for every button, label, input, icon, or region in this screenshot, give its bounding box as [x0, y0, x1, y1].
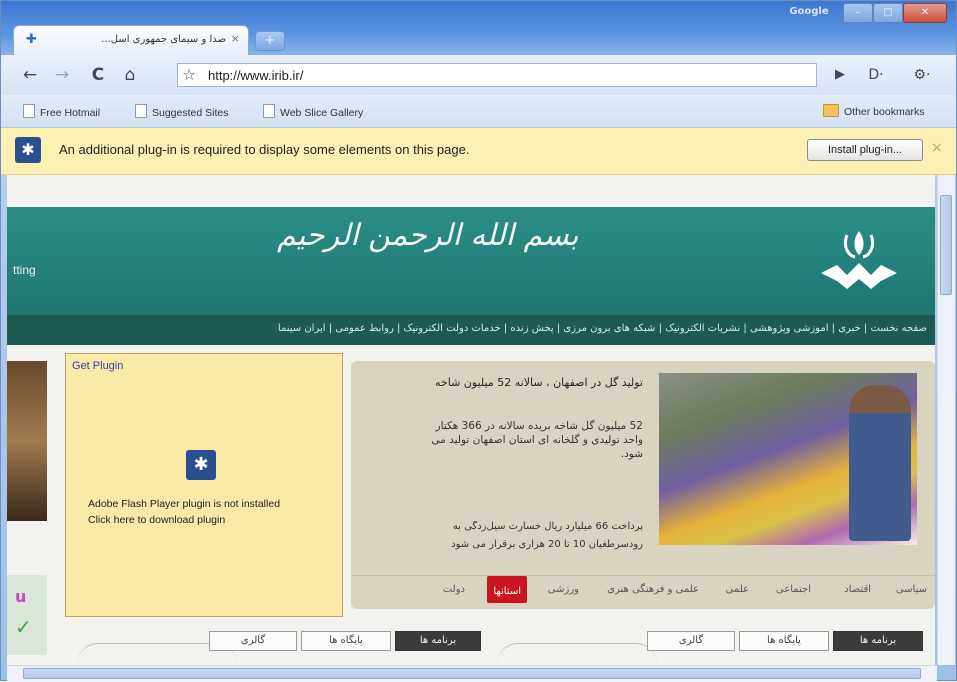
- address-bar[interactable]: ☆ http://www.irib.ir/: [177, 63, 817, 87]
- bookmark-suggested-sites[interactable]: Suggested Sites: [135, 104, 228, 119]
- bottom-tab-sites-right[interactable]: پایگاه ها: [739, 631, 829, 651]
- page-icon: [135, 104, 147, 118]
- plugin-infobar: ✱ An additional plug-in is required to d…: [1, 128, 956, 175]
- infobar-close-icon[interactable]: ×: [931, 140, 943, 156]
- wrench-menu-icon[interactable]: ⚙·: [907, 64, 937, 86]
- install-plugin-button[interactable]: Install plug-in...: [807, 139, 923, 161]
- puzzle-piece-icon[interactable]: ✱: [186, 450, 216, 480]
- news-summary: 52 میلیون گل شاخه بریده سالانه در 366 هک…: [431, 420, 643, 460]
- home-icon[interactable]: ⌂: [119, 64, 141, 86]
- bottom-tab-sites-left[interactable]: پایگاه ها: [301, 631, 391, 651]
- bottom-tab-programs-right[interactable]: برنامه ها: [833, 631, 923, 651]
- new-tab-button[interactable]: +: [255, 31, 285, 51]
- bottom-tab-gallery-right[interactable]: گالری: [647, 631, 735, 651]
- plugin-message[interactable]: Adobe Flash Player plugin is not install…: [88, 496, 280, 528]
- news-bullet-link[interactable]: رودسرطغیان 10 تا 20 هزاری برقرار می شود: [393, 539, 643, 550]
- minimize-button[interactable]: –: [843, 3, 873, 23]
- bottom-tab-programs-left[interactable]: برنامه ها: [395, 631, 481, 651]
- news-tab-sports[interactable]: ورزشی: [548, 584, 579, 595]
- vertical-scroll-thumb[interactable]: [940, 195, 952, 295]
- favicon-icon: ✚: [26, 32, 37, 47]
- horizontal-scrollbar[interactable]: [7, 665, 937, 682]
- news-slider: تولید گل در اصفهان ، سالانه 52 میلیون شا…: [351, 361, 935, 609]
- news-tab-social[interactable]: اجتماعی: [776, 584, 811, 595]
- folder-icon: [823, 104, 839, 117]
- news-tab-provinces[interactable]: استانها: [487, 576, 527, 603]
- left-edge-icon-u[interactable]: u: [15, 587, 26, 606]
- news-headline[interactable]: تولید گل در اصفهان ، سالانه 52 میلیون شا…: [433, 375, 643, 390]
- site-nav-bar: صفحه نخست | خبری | آموزشی وپژوهشی | نشری…: [7, 315, 935, 345]
- horizontal-scroll-thumb[interactable]: [23, 668, 921, 679]
- news-tab-science[interactable]: علمی: [726, 584, 749, 595]
- bookmark-web-slice-gallery[interactable]: Web Slice Gallery: [263, 104, 363, 119]
- bookmark-star-icon[interactable]: ☆: [182, 65, 196, 84]
- bookmark-free-hotmail[interactable]: Free Hotmail: [23, 104, 100, 119]
- bottom-section-tabs: برنامه ها پایگاه ها گالری برنامه ها پایگ…: [7, 629, 935, 665]
- url-text[interactable]: http://www.irib.ir/: [208, 68, 303, 83]
- infobar-message: An additional plug-in is required to dis…: [59, 142, 470, 157]
- other-bookmarks[interactable]: Other bookmarks: [823, 104, 925, 118]
- tab-close-button[interactable]: ×: [231, 32, 240, 45]
- browser-brand-label: Google: [789, 6, 829, 17]
- bookmarks-bar: Free Hotmail Suggested Sites Web Slice G…: [1, 95, 956, 128]
- forward-arrow-icon[interactable]: →: [51, 64, 73, 86]
- page-icon: [23, 104, 35, 118]
- puzzle-piece-icon: ✱: [15, 137, 41, 163]
- news-tab-economy[interactable]: اقتصاد: [844, 584, 871, 595]
- get-plugin-title[interactable]: Get Plugin: [72, 360, 123, 372]
- page-icon: [263, 104, 275, 118]
- left-edge-image[interactable]: [7, 361, 47, 521]
- irib-logo-icon[interactable]: [817, 221, 901, 305]
- maximize-button[interactable]: □: [873, 3, 903, 23]
- tab-title: صدا و سیمای جمهوری اسل...: [101, 34, 226, 45]
- news-tab-politics[interactable]: سیاسی: [896, 584, 927, 595]
- news-category-tabs: سیاسی اقتصاد اجتماعی علمی علمی و فرهنگی …: [351, 575, 935, 608]
- banner-left-text: tting: [13, 263, 36, 277]
- close-window-button[interactable]: ✕: [903, 3, 947, 23]
- news-tab-culture[interactable]: علمی و فرهنگی هنری: [607, 584, 699, 595]
- vertical-scrollbar[interactable]: [937, 175, 955, 665]
- site-header-banner: tting بسم الله الرحمن الرحیم: [7, 207, 935, 315]
- news-bullet-link[interactable]: پرداخت 66 میلیارد ریال خسارت سیل‌زدگی به: [393, 521, 643, 532]
- go-icon[interactable]: ▶: [829, 64, 851, 86]
- news-tab-government[interactable]: دولت: [443, 584, 465, 595]
- page-menu-icon[interactable]: D·: [861, 64, 891, 86]
- web-page-content: tting بسم الله الرحمن الرحیم صفحه نخست |…: [7, 175, 935, 665]
- tab-strip: ✚ صدا و سیمای جمهوری اسل... × + Google –…: [1, 1, 956, 55]
- decorative-swirl: [497, 643, 657, 664]
- navigation-toolbar: ← → C ⌂ ☆ http://www.irib.ir/ ▶ D· ⚙·: [1, 55, 956, 95]
- bottom-tab-gallery-left[interactable]: گالری: [209, 631, 297, 651]
- missing-plugin-box[interactable]: Get Plugin ✱ Adobe Flash Player plugin i…: [65, 353, 343, 617]
- reload-icon[interactable]: C: [87, 64, 109, 86]
- browser-tab-irib[interactable]: ✚ صدا و سیمای جمهوری اسل... ×: [13, 25, 249, 55]
- news-photo-person: [849, 385, 911, 541]
- site-nav-links[interactable]: صفحه نخست | خبری | آموزشی وپژوهشی | نشری…: [17, 323, 927, 334]
- browser-window: ✚ صدا و سیمای جمهوری اسل... × + Google –…: [0, 0, 957, 682]
- back-arrow-icon[interactable]: ←: [19, 64, 41, 86]
- calligraphy-text: بسم الله الرحمن الرحیم: [277, 218, 579, 253]
